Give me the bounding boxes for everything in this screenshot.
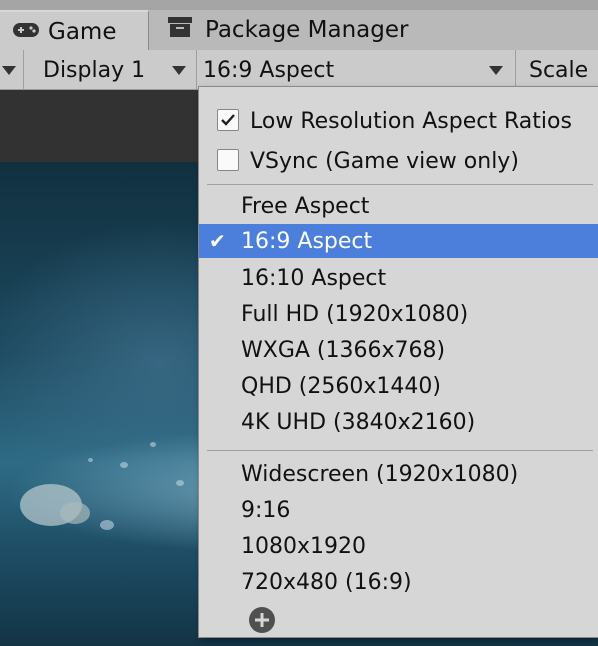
package-icon [167,15,193,45]
menu-item-aspect[interactable]: Full HD (1920x1080) [199,296,598,332]
gamepad-icon [12,19,40,45]
menu-item-aspect[interactable]: 4K UHD (3840x2160) [199,404,598,440]
menu-item-aspect-selected[interactable]: ✔ 16:9 Aspect [199,224,598,258]
menu-item-aspect[interactable]: QHD (2560x1440) [199,368,598,404]
add-aspect-button[interactable] [249,607,275,633]
tab-game-label: Game [48,19,117,45]
plus-icon [255,613,269,627]
display-dropdown[interactable]: Display 1 [24,50,197,90]
menu-item-label: 16:10 Aspect [241,265,387,291]
aspect-dropdown[interactable]: 16:9 Aspect [197,50,516,90]
menu-item-aspect[interactable]: 9:16 [199,492,598,528]
menu-separator [207,450,593,451]
menu-item-aspect[interactable]: Widescreen (1920x1080) [199,456,598,492]
menu-item-label: 1080x1920 [241,533,366,559]
menu-item-low-resolution-aspect-ratios[interactable]: Low Resolution Aspect Ratios [199,103,598,139]
display-dropdown-label: Display 1 [43,57,146,83]
scale-label: Scale [529,57,589,83]
menu-item-label: Free Aspect [241,193,370,219]
menu-item-label: Widescreen (1920x1080) [241,461,519,487]
menu-item-vsync[interactable]: VSync (Game view only) [199,143,598,179]
tab-game[interactable]: Game [0,10,149,52]
menu-item-label: 4K UHD (3840x2160) [241,409,476,435]
chevron-down-icon [489,65,503,75]
menu-item-aspect[interactable]: Free Aspect [199,188,598,224]
checkmark-icon [221,114,235,126]
view-mode-dropdown[interactable] [0,50,24,90]
tab-package-manager[interactable]: Package Manager [149,10,598,50]
menu-item-label: 720x480 (16:9) [241,569,412,595]
menu-item-aspect[interactable]: 720x480 (16:9) [199,564,598,600]
chevron-down-icon [172,65,186,75]
menu-item-label: Low Resolution Aspect Ratios [250,108,572,134]
menu-item-aspect[interactable]: 16:10 Aspect [199,260,598,296]
menu-item-label: VSync (Game view only) [250,148,519,174]
scale-slider[interactable]: Scale [516,50,598,90]
window-tab-strip: Game Package Manager [0,0,598,52]
menu-item-label: QHD (2560x1440) [241,373,441,399]
chevron-down-icon [2,65,16,75]
menu-separator [207,184,593,185]
checkbox-unchecked[interactable] [217,149,239,171]
check-icon: ✔ [209,229,226,253]
menu-item-label: WXGA (1366x768) [241,337,446,363]
aspect-dropdown-label: 16:9 Aspect [203,57,335,83]
menu-item-aspect[interactable]: 1080x1920 [199,528,598,564]
aspect-dropdown-menu: Low Resolution Aspect Ratios VSync (Game… [198,86,598,638]
menu-item-label: Full HD (1920x1080) [241,301,469,327]
game-view-toolbar: Display 1 16:9 Aspect Scale [0,50,598,90]
tab-package-manager-label: Package Manager [205,17,409,43]
menu-item-label: 9:16 [241,497,291,523]
menu-item-aspect[interactable]: WXGA (1366x768) [199,332,598,368]
checkbox-checked[interactable] [217,109,239,131]
menu-item-label: 16:9 Aspect [241,228,373,254]
